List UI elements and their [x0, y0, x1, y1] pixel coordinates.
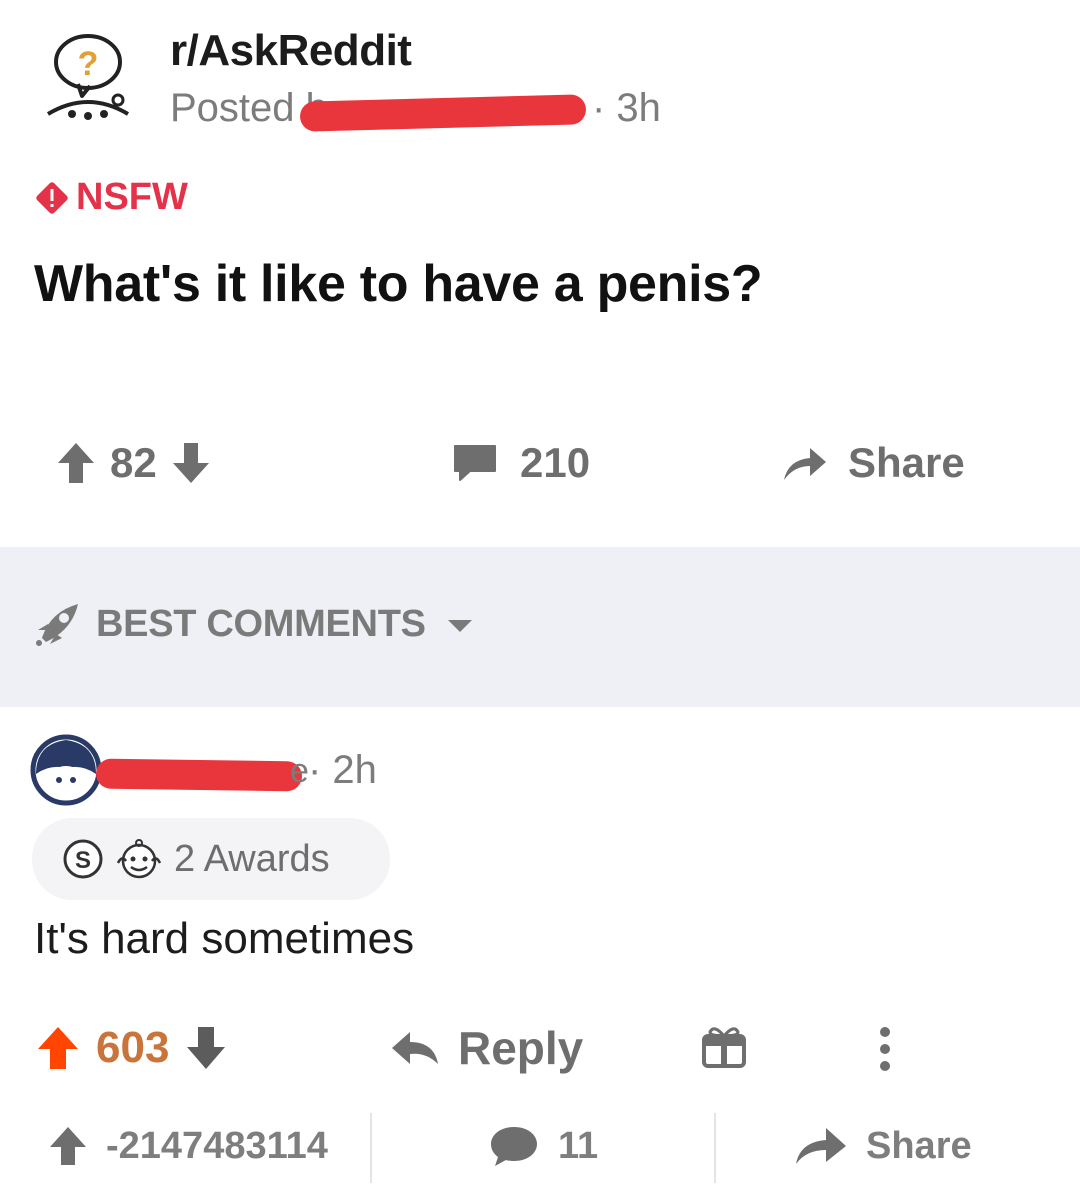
wholesome-award-icon [116, 839, 162, 879]
user-avatar-icon[interactable] [30, 734, 102, 806]
askreddit-icon[interactable]: ? [42, 30, 134, 130]
bottom-score: -2147483114 [106, 1124, 328, 1167]
bottom-comment-count: 11 [558, 1124, 599, 1167]
bottom-action-bar: -2147483114 11 Share [0, 1105, 1080, 1187]
reply-label: Reply [458, 1022, 584, 1074]
bottom-vote[interactable]: -2147483114 [48, 1105, 328, 1187]
svg-text:?: ? [78, 45, 99, 83]
post-title[interactable]: What's it like to have a penis? [34, 254, 763, 314]
upvote-arrow-icon[interactable] [56, 441, 96, 485]
comment-bubble-icon [491, 1127, 537, 1166]
comment-score: 603 [96, 1023, 170, 1072]
post-score: 82 [110, 439, 157, 486]
more-options-icon[interactable] [878, 1026, 892, 1072]
svg-text:S: S [75, 847, 91, 874]
post-share-label: Share [848, 439, 965, 486]
awards-label: 2 Awards [174, 837, 330, 880]
sort-dropdown[interactable]: BEST COMMENTS [32, 600, 472, 648]
nsfw-label: NSFW [76, 176, 188, 218]
reply-button[interactable]: Reply [390, 1016, 583, 1080]
bottom-divider [370, 1113, 372, 1183]
nsfw-flair: NSFW [34, 176, 188, 219]
comment-vote-group: 603 [36, 1016, 227, 1080]
comment-time: · 2h [308, 748, 377, 792]
reply-arrow-icon [392, 1032, 438, 1064]
bottom-comments[interactable]: 11 [488, 1105, 598, 1187]
post-time: · 3h [592, 86, 661, 130]
sort-label: BEST COMMENTS [96, 602, 426, 645]
gift-award-icon[interactable] [700, 1022, 748, 1070]
post-comment-count: 210 [520, 439, 591, 486]
comment-bubble-icon [454, 445, 496, 481]
share-arrow-icon [784, 448, 826, 480]
caret-down-icon [447, 620, 472, 632]
upvote-arrow-active-icon[interactable] [36, 1025, 80, 1071]
nsfw-diamond-icon [36, 181, 68, 214]
post-share-button[interactable]: Share [780, 432, 965, 494]
redacted-commenter [95, 758, 303, 792]
post-vote-group: 82 [56, 432, 211, 494]
silver-award-icon: S [63, 839, 103, 879]
upvote-arrow-icon [50, 1127, 86, 1165]
bottom-divider [714, 1113, 716, 1183]
share-arrow-icon [796, 1128, 846, 1164]
downvote-arrow-icon[interactable] [171, 441, 211, 485]
subreddit-name[interactable]: r/AskReddit [170, 26, 412, 76]
bottom-share[interactable]: Share [792, 1105, 972, 1187]
bottom-share-label: Share [866, 1124, 972, 1167]
awards-pill[interactable]: S 2 Awards [32, 818, 390, 900]
rocket-icon [36, 604, 78, 646]
downvote-arrow-icon[interactable] [185, 1025, 227, 1071]
comment-body: It's hard sometimes [34, 914, 415, 963]
username-tail: e [290, 752, 309, 790]
redacted-username [299, 94, 587, 132]
post-comments-button[interactable]: 210 [452, 432, 590, 494]
